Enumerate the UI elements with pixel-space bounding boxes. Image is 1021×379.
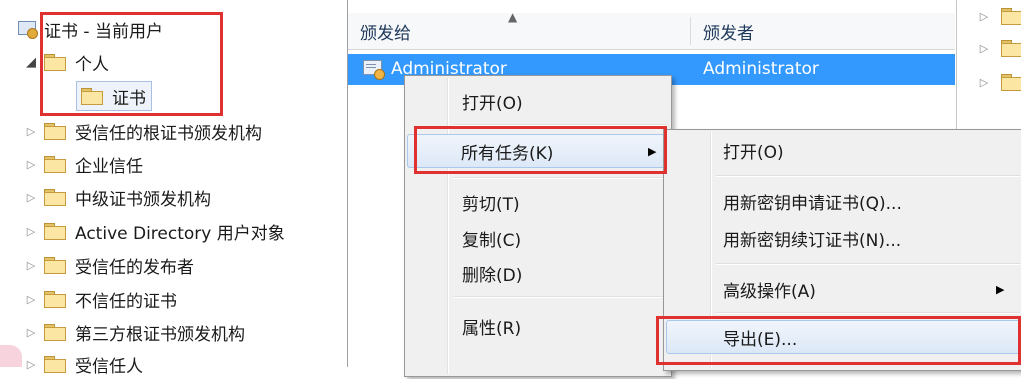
- submenu-arrow-icon: ▶: [648, 144, 657, 158]
- console-tree-pane: 证书 - 当前用户 ◢ 个人 证书 ▷ 受信任的根证书颁发机构 ▷ 企业信任 ▷…: [0, 0, 348, 377]
- collapse-arrow-icon[interactable]: ◢: [24, 55, 38, 70]
- tree-node-label: 第三方根证书颁发机构: [75, 324, 245, 345]
- tree-node-folder[interactable]: ▷ Active Directory 用户对象: [24, 216, 285, 246]
- menu-item-label: 复制(C): [462, 230, 522, 251]
- menu-item-delete[interactable]: 删除(D): [407, 256, 667, 290]
- expand-arrow-icon[interactable]: ▷: [24, 158, 38, 171]
- tree-node-label: Active Directory 用户对象: [75, 223, 285, 244]
- menu-separator: [716, 312, 1020, 314]
- menu-separator: [453, 177, 667, 179]
- tree-node-folder[interactable]: ▷ 受信任人: [24, 349, 143, 379]
- menu-item-copy[interactable]: 复制(C): [407, 221, 667, 255]
- column-header-label: 颁发者: [703, 23, 754, 44]
- certificate-icon: [363, 59, 385, 80]
- list-header: 颁发给 ▲ 颁发者: [348, 10, 955, 50]
- expand-arrow-icon[interactable]: ▷: [977, 10, 991, 23]
- menu-item-label: 剪切(T): [462, 194, 520, 215]
- menu-separator: [716, 263, 1020, 265]
- decorative-corner-mark: [0, 345, 22, 367]
- tree-node-label: 受信任人: [75, 356, 143, 377]
- issued-by-cell: Administrator: [703, 59, 819, 79]
- tree-node-folder[interactable]: ▷: [977, 6, 1021, 26]
- menu-item-label: 导出(E)...: [723, 329, 798, 350]
- expand-arrow-icon[interactable]: ▷: [24, 326, 38, 339]
- tree-node-label: 中级证书颁发机构: [75, 189, 211, 210]
- expand-arrow-icon[interactable]: ▷: [977, 76, 991, 89]
- column-header-label: 颁发给: [360, 23, 411, 44]
- folder-icon: [44, 356, 66, 373]
- tree-node-label: 个人: [75, 54, 109, 75]
- tree-node-label: 不信任的证书: [75, 291, 177, 312]
- folder-icon: [44, 156, 66, 173]
- tree-node-folder[interactable]: ▷ 不信任的证书: [24, 284, 177, 314]
- tree-node-folder[interactable]: ▷ 中级证书颁发机构: [24, 182, 211, 212]
- tree-node-label: 受信任的发布者: [75, 257, 194, 278]
- tree-root-node[interactable]: 证书 - 当前用户: [18, 14, 163, 44]
- menu-item-open[interactable]: 打开(O): [407, 84, 667, 118]
- tree-node-folder[interactable]: ▷ 第三方根证书颁发机构: [24, 317, 245, 347]
- submenu-item-renew-new-key[interactable]: 用新密钥续订证书(N)...: [666, 221, 1020, 255]
- submenu-item-export[interactable]: 导出(E)...: [666, 320, 1020, 354]
- menu-item-all-tasks[interactable]: 所有任务(K) ▶: [407, 134, 667, 168]
- submenu-item-request-new-key[interactable]: 用新密钥申请证书(Q)...: [666, 184, 1020, 218]
- expand-arrow-icon[interactable]: ▷: [24, 259, 38, 272]
- tree-node-label: 企业信任: [75, 156, 143, 177]
- menu-item-label: 所有任务(K): [461, 143, 554, 164]
- menu-item-label: 属性(R): [462, 318, 522, 339]
- folder-icon: [81, 88, 103, 105]
- folder-icon: [1001, 8, 1021, 25]
- submenu-arrow-icon: ▶: [996, 282, 1005, 296]
- tree-node-label: 证书: [112, 88, 146, 109]
- expand-arrow-icon[interactable]: ▷: [24, 358, 38, 371]
- folder-icon: [44, 324, 66, 341]
- all-tasks-submenu: 打开(O) 用新密钥申请证书(Q)... 用新密钥续订证书(N)... 高级操作…: [663, 129, 1021, 371]
- menu-item-cut[interactable]: 剪切(T): [407, 185, 667, 219]
- folder-icon: [1001, 74, 1021, 91]
- tree-node-folder[interactable]: ▷ 企业信任: [24, 149, 143, 179]
- expand-arrow-icon[interactable]: ▷: [24, 225, 38, 238]
- folder-icon: [44, 54, 66, 71]
- tree-node-folder[interactable]: ▷ 受信任的根证书颁发机构: [24, 116, 262, 146]
- tree-node-folder[interactable]: ▷ 受信任的发布者: [24, 250, 194, 280]
- menu-item-label: 用新密钥申请证书(Q)...: [723, 193, 902, 214]
- menu-separator: [716, 175, 1020, 177]
- certificate-store-icon: [18, 20, 38, 39]
- expand-arrow-icon[interactable]: ▷: [24, 191, 38, 204]
- submenu-item-advanced[interactable]: 高级操作(A) ▶: [666, 272, 1020, 306]
- submenu-item-open[interactable]: 打开(O): [666, 133, 1020, 167]
- menu-item-label: 打开(O): [462, 93, 523, 114]
- expand-arrow-icon[interactable]: ▷: [24, 125, 38, 138]
- folder-icon: [44, 189, 66, 206]
- menu-item-label: 高级操作(A): [723, 281, 816, 302]
- folder-icon: [44, 291, 66, 308]
- menu-separator: [453, 296, 667, 298]
- folder-icon: [1001, 40, 1021, 57]
- menu-item-label: 删除(D): [462, 265, 523, 286]
- tree-node-personal[interactable]: ◢ 个人: [24, 47, 109, 77]
- folder-icon: [44, 123, 66, 140]
- context-menu: 打开(O) 所有任务(K) ▶ 剪切(T) 复制(C) 删除(D) 属性(R): [404, 75, 672, 377]
- menu-item-label: 用新密钥续订证书(N)...: [723, 230, 902, 251]
- tree-node-certificates[interactable]: 证书: [76, 81, 152, 111]
- sort-ascending-icon: ▲: [508, 10, 518, 24]
- tree-node-folder[interactable]: ▷: [977, 72, 1021, 92]
- expand-arrow-icon[interactable]: ▷: [24, 293, 38, 306]
- menu-item-properties[interactable]: 属性(R): [407, 309, 667, 343]
- tree-node-folder[interactable]: ▷: [977, 38, 1021, 58]
- tree-node-label: 受信任的根证书颁发机构: [75, 123, 262, 144]
- folder-icon: [44, 223, 66, 240]
- expand-arrow-icon[interactable]: ▷: [977, 42, 991, 55]
- folder-icon: [44, 257, 66, 274]
- menu-separator: [453, 124, 667, 126]
- tree-root-label: 证书 - 当前用户: [44, 21, 163, 42]
- column-header-issued-to[interactable]: 颁发给: [348, 13, 690, 49]
- menu-item-label: 打开(O): [723, 142, 784, 163]
- column-header-issued-by[interactable]: 颁发者: [691, 13, 955, 49]
